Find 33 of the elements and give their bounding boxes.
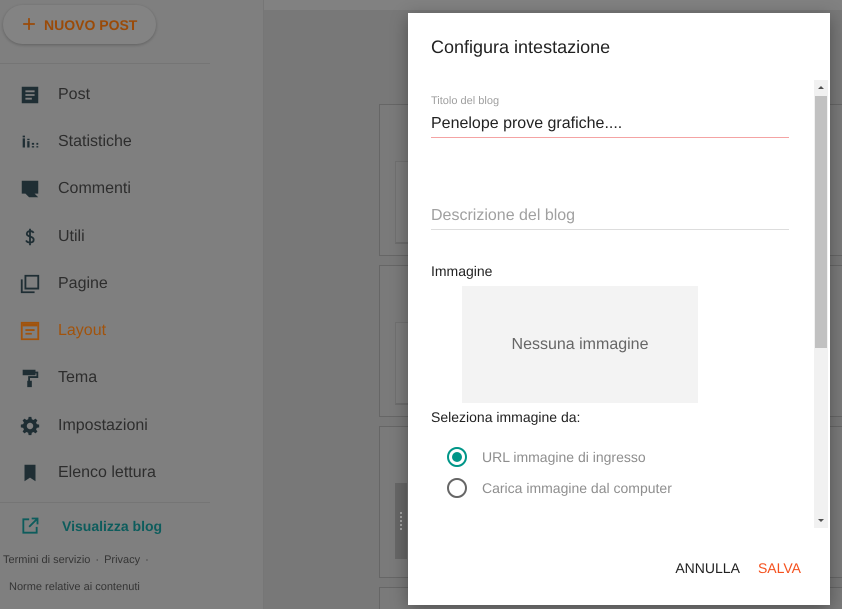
save-button[interactable]: SALVA — [752, 552, 806, 584]
radio-label[interactable]: Carica immagine dal computer — [482, 480, 672, 496]
dialog-title: Configura intestazione — [430, 36, 612, 59]
layout-icon — [19, 320, 41, 342]
source-label: Seleziona immagine da: — [431, 409, 582, 427]
image-label: Immagine — [431, 263, 494, 279]
view-blog-link[interactable]: Visualizza blog — [0, 502, 263, 549]
sidebar-item[interactable]: Post — [0, 71, 263, 118]
separator-dot: · — [144, 554, 150, 566]
field-label: Titolo del blog — [431, 95, 500, 109]
empty-image-text: Nessuna immagine — [512, 336, 648, 354]
radio-label[interactable]: URL immagine di ingresso — [482, 448, 646, 464]
blog-title-field[interactable]: Penelope prove grafiche.... — [431, 111, 789, 137]
sidebar-item[interactable]: Pagine — [0, 260, 263, 308]
footer-link[interactable]: Norme relative ai contenuti — [3, 580, 140, 595]
cancel-button[interactable]: ANNULLA — [670, 552, 745, 584]
description-field[interactable]: Descrizione del blog — [431, 203, 789, 229]
sidebar-item[interactable]: Impostazioni — [0, 402, 263, 450]
sidebar-item[interactable]: Statistiche — [0, 118, 263, 166]
sidebar-item[interactable]: Tema — [0, 354, 263, 402]
sidebar-item[interactable]: Elenco lettura — [0, 449, 263, 497]
gear-icon — [19, 414, 41, 437]
footer-link[interactable]: Termini di servizio — [3, 552, 90, 568]
speech-bubble-icon — [19, 178, 41, 200]
footer-link[interactable]: Privacy — [104, 552, 140, 568]
pages-icon — [19, 272, 41, 295]
sidebar-item[interactable]: Commenti — [0, 166, 263, 213]
radio-button[interactable] — [447, 446, 467, 466]
plus-icon: + — [22, 12, 36, 36]
external-link-icon — [20, 516, 40, 536]
radio-button[interactable] — [447, 478, 467, 498]
sidebar-item[interactable]: Utili — [0, 212, 263, 260]
separator-dot: · — [94, 554, 100, 566]
